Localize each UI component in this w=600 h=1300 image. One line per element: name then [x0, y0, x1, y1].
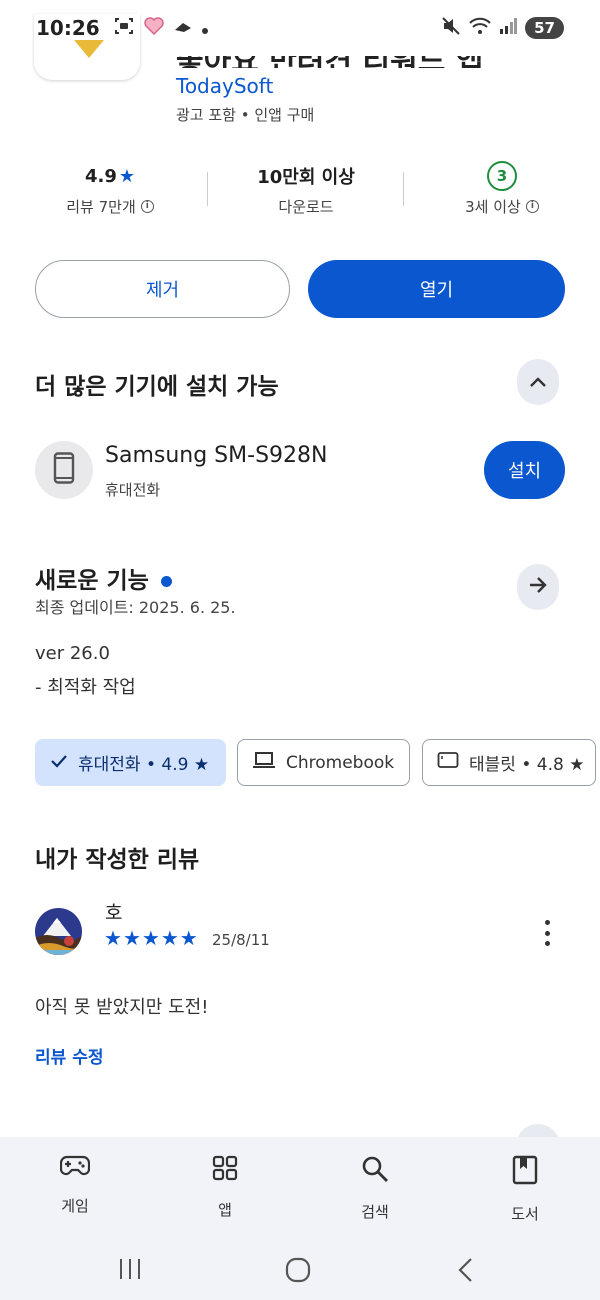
- chevron-up-icon: [529, 373, 547, 392]
- star-icon: ★: [118, 165, 136, 187]
- nav-label: 도서: [511, 1205, 539, 1223]
- downloads-label: 다운로드: [278, 198, 334, 216]
- cloud-icon: [174, 19, 192, 38]
- rating-stat[interactable]: 4.9 ★ 리뷰 7만개 i: [15, 160, 205, 217]
- review-date: 25/8/11: [212, 931, 270, 949]
- system-navigation-bar: [0, 1247, 600, 1297]
- age-rating-label: 3세 이상: [465, 198, 521, 216]
- rating-value: 4.9: [84, 165, 117, 187]
- reviewer-name: 호: [105, 902, 123, 924]
- nav-item-apps[interactable]: 앱: [170, 1155, 280, 1220]
- nav-label: 검색: [361, 1203, 389, 1221]
- heart-icon: [143, 17, 164, 39]
- screenshot-icon: [114, 16, 134, 40]
- nav-item-books[interactable]: 도서: [470, 1155, 580, 1224]
- chip-chromebook[interactable]: Chromebook: [237, 739, 410, 786]
- divider: [207, 172, 208, 206]
- reviewer-avatar: [35, 908, 82, 955]
- laptop-icon: [252, 751, 276, 774]
- check-icon: [50, 753, 68, 773]
- home-icon: [285, 1257, 311, 1287]
- rating-label: 리뷰 7만개: [66, 198, 136, 216]
- review-text: 아직 못 받았지만 도전!: [35, 997, 209, 1018]
- nav-label: 게임: [61, 1197, 89, 1215]
- more-devices-title: 더 많은 기기에 설치 가능: [35, 374, 279, 400]
- info-icon: i: [525, 200, 539, 213]
- downloads-stat: 10만회 이상 다운로드: [211, 160, 401, 217]
- bottom-navigation: 게임 앱 검색 도서: [0, 1137, 600, 1300]
- kebab-dot: [544, 941, 550, 946]
- whats-new-title: 새로운 기능: [35, 561, 172, 595]
- wifi-icon: [469, 17, 491, 39]
- kebab-dot: [544, 930, 550, 936]
- remove-button[interactable]: 제거: [35, 260, 290, 318]
- chip-phone[interactable]: 휴대전화 • 4.9 ★: [35, 739, 226, 786]
- release-note-line: ver 26.0: [35, 643, 110, 664]
- device-type: 휴대전화: [105, 481, 161, 499]
- back-icon: [456, 1257, 476, 1287]
- signal-icon: [499, 18, 518, 38]
- gamepad-icon: [59, 1155, 91, 1181]
- more-options-button[interactable]: [536, 916, 558, 950]
- star-icon: ★: [141, 926, 160, 950]
- nav-item-search[interactable]: 검색: [320, 1155, 430, 1222]
- star-icon: ★: [160, 926, 179, 950]
- install-button[interactable]: 설치: [484, 441, 565, 499]
- star-icon: ★: [179, 926, 198, 950]
- status-time: 10:26: [36, 16, 100, 40]
- collapse-button[interactable]: [517, 359, 559, 405]
- status-bar: 10:26 57: [0, 0, 600, 56]
- app-tags: 광고 포함 • 인앱 구매: [176, 106, 315, 124]
- device-name: Samsung SM-S928N: [105, 443, 328, 468]
- battery-indicator: 57: [525, 17, 564, 39]
- chip-label: 휴대전화 • 4.9 ★: [78, 755, 210, 775]
- developer-link[interactable]: TodaySoft: [176, 74, 273, 98]
- home-button[interactable]: [285, 1257, 311, 1287]
- divider: [403, 172, 404, 206]
- age-rating-badge: 3: [487, 161, 517, 191]
- info-icon: i: [140, 200, 154, 213]
- edit-review-link[interactable]: 리뷰 수정: [35, 1043, 103, 1068]
- tablet-icon: [437, 751, 459, 774]
- star-icon: ★: [122, 926, 141, 950]
- age-rating-stat[interactable]: 3 3세 이상 i: [407, 160, 597, 217]
- back-button[interactable]: [456, 1257, 476, 1287]
- chip-label: 태블릿 • 4.8 ★: [469, 755, 585, 775]
- review-stars: ★ ★ ★ ★ ★: [104, 926, 198, 950]
- app-title-container: 좋아요 반려견 리워드 앱: [176, 56, 566, 68]
- whats-new-arrow-button[interactable]: [517, 564, 559, 610]
- recents-icon: [118, 1257, 142, 1285]
- mute-icon: [441, 16, 461, 40]
- arrow-right-icon: [528, 576, 548, 598]
- downloads-value: 10만회 이상: [257, 167, 355, 188]
- star-icon: ★: [104, 926, 122, 950]
- device-avatar: [35, 441, 93, 499]
- whats-new-title-text: 새로운 기능: [35, 568, 149, 594]
- phone-icon: [53, 452, 75, 488]
- dot-icon: [201, 19, 208, 38]
- recent-apps-button[interactable]: [118, 1257, 142, 1285]
- new-indicator-dot: [160, 576, 172, 587]
- book-icon: [512, 1155, 538, 1189]
- nav-item-games[interactable]: 게임: [20, 1155, 130, 1216]
- app-title: 좋아요 반려견 리워드 앱: [176, 56, 483, 68]
- kebab-dot: [544, 920, 550, 925]
- last-updated: 최종 업데이트: 2025. 6. 25.: [35, 598, 236, 617]
- nav-label: 앱: [218, 1201, 232, 1219]
- chip-label: Chromebook: [286, 752, 395, 773]
- release-note-line: - 최적화 작업: [35, 677, 136, 698]
- open-button[interactable]: 열기: [308, 260, 565, 318]
- chip-tablet[interactable]: 태블릿 • 4.8 ★: [422, 739, 596, 786]
- search-icon: [361, 1155, 389, 1187]
- my-review-title: 내가 작성한 리뷰: [35, 847, 200, 873]
- app-stats: 4.9 ★ 리뷰 7만개 i 10만회 이상 다운로드 3 3세 이상 i: [0, 160, 600, 230]
- apps-grid-icon: [212, 1155, 238, 1185]
